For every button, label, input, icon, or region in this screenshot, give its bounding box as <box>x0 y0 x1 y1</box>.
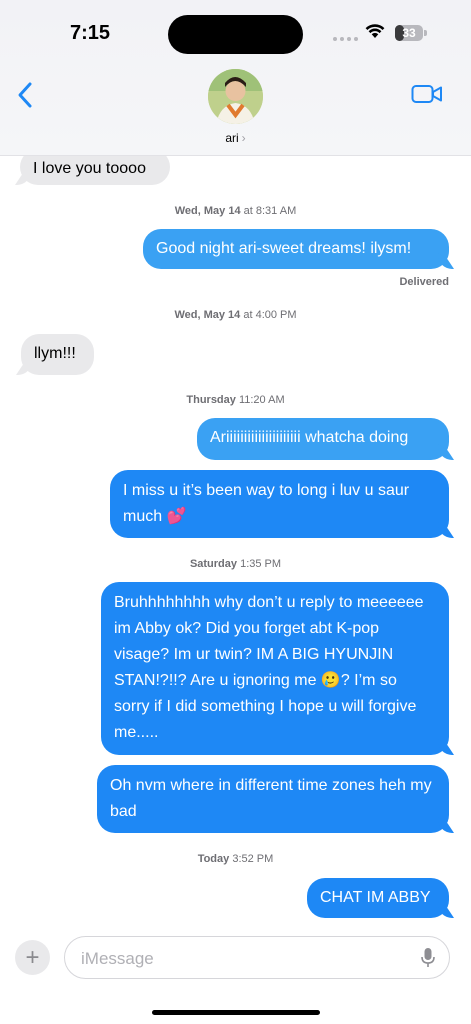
message-text: I love you toooo <box>33 160 146 177</box>
battery-nub <box>424 30 427 36</box>
message-input-container[interactable] <box>64 936 450 979</box>
timestamp: Wed, May 14 at 4:00 PM <box>0 309 471 321</box>
timestamp-day: Wed, May 14 <box>174 205 241 217</box>
microphone-icon[interactable] <box>421 947 435 969</box>
conversation-header: 7:15 33 ari › <box>0 0 471 156</box>
video-call-icon[interactable] <box>411 83 443 105</box>
delivered-status: Delivered <box>399 276 449 288</box>
message-bubble-incoming[interactable]: llym!!! <box>21 334 94 375</box>
timestamp-time: 3:52 PM <box>232 853 274 865</box>
contact-name-label: ari <box>225 131 239 145</box>
message-text: Oh nvm where in different time zones heh… <box>110 777 432 820</box>
message-bubble-outgoing[interactable]: I miss u it’s been way to long i luv u s… <box>110 470 449 538</box>
back-chevron-icon[interactable] <box>14 80 38 110</box>
timestamp-time: 11:20 AM <box>238 394 285 406</box>
timestamp: Wed, May 14 at 8:31 AM <box>0 205 471 217</box>
avatar[interactable] <box>208 69 263 124</box>
home-indicator <box>152 1010 320 1015</box>
status-time: 7:15 <box>70 22 111 44</box>
message-bubble-outgoing[interactable]: CHAT IM ABBY <box>307 878 449 918</box>
contact-name[interactable]: ari › <box>0 131 471 145</box>
message-text: Good night ari-sweet dreams! ilysm! <box>156 240 412 257</box>
message-bubble-outgoing[interactable]: Ariiiiiiiiiiiiiiiiiiiii whatcha doing <box>197 418 449 460</box>
message-text: Ariiiiiiiiiiiiiiiiiiiii whatcha doing <box>210 429 409 446</box>
timestamp-day: Saturday <box>189 558 238 570</box>
dynamic-island <box>168 15 303 54</box>
plus-button[interactable]: + <box>15 940 50 975</box>
battery-icon: 33 <box>395 25 423 41</box>
message-bubble-outgoing[interactable]: Good night ari-sweet dreams! ilysm! <box>143 229 449 269</box>
timestamp: Thursday 11:20 AM <box>0 394 471 406</box>
message-text: llym!!! <box>34 345 76 362</box>
message-text: I miss u it’s been way to long i luv u s… <box>123 482 410 525</box>
timestamp-time: at 4:00 PM <box>243 309 297 321</box>
message-text: Bruhhhhhhhh why don’t u reply to meeeeee… <box>114 594 424 741</box>
timestamp: Saturday 1:35 PM <box>0 558 471 570</box>
message-text: CHAT IM ABBY <box>320 889 431 906</box>
message-bubble-outgoing[interactable]: Oh nvm where in different time zones heh… <box>97 765 449 833</box>
timestamp-day: Today <box>197 853 230 865</box>
timestamp-time: at 8:31 AM <box>243 205 297 217</box>
plus-icon: + <box>25 943 40 971</box>
message-bubble-outgoing[interactable]: Bruhhhhhhhh why don’t u reply to meeeeee… <box>101 582 449 755</box>
message-input[interactable] <box>79 946 403 972</box>
signal-icon <box>333 37 358 41</box>
timestamp: Today 3:52 PM <box>0 853 471 865</box>
chevron-right-icon: › <box>241 131 246 145</box>
wifi-icon <box>365 24 385 38</box>
avatar-photo <box>208 69 263 124</box>
timestamp-day: Thursday <box>186 394 236 406</box>
timestamp-day: Wed, May 14 <box>174 309 241 321</box>
battery-percentage: 33 <box>402 26 416 40</box>
timestamp-time: 1:35 PM <box>240 558 282 570</box>
